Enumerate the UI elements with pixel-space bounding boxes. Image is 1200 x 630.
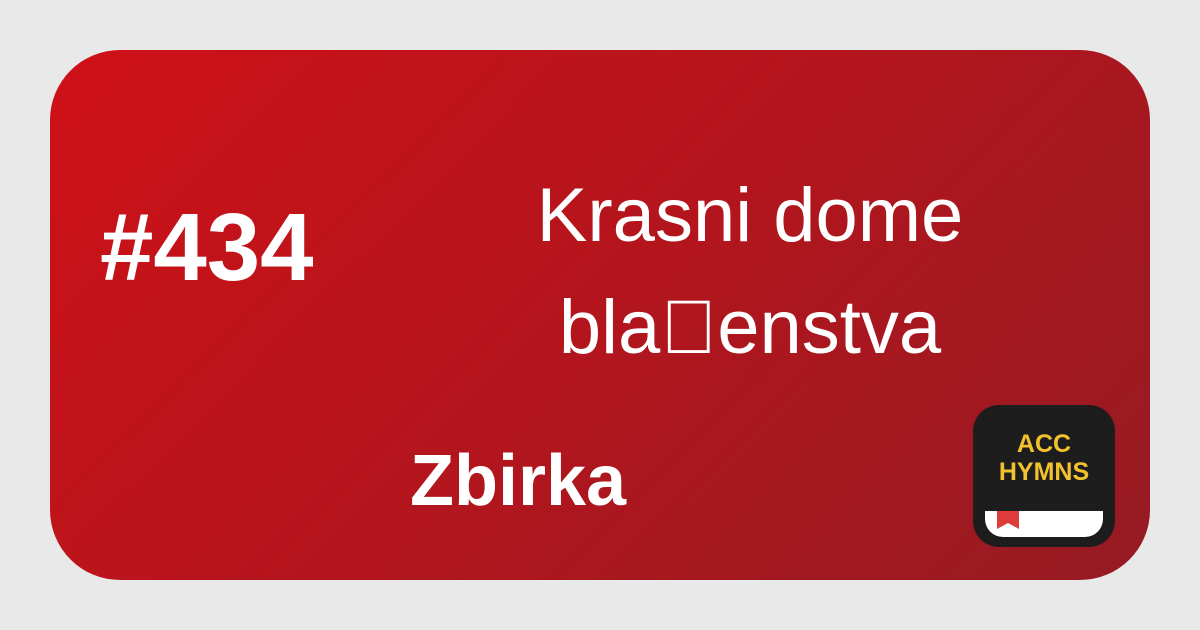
logo-text: ACC HYMNS	[973, 430, 1115, 486]
background-frame: #434 Krasni dome bla enstva Zbirka ACC H…	[0, 0, 1200, 630]
hymn-title-line-1: Krasni dome	[536, 173, 964, 258]
logo-line-acc: ACC	[1016, 430, 1072, 458]
acc-hymns-logo: ACC HYMNS	[973, 405, 1115, 547]
hymn-title: Krasni dome bla enstva	[430, 160, 1070, 384]
hymn-title-line-2: bla enstva	[558, 285, 942, 370]
collection-name: Zbirka	[410, 441, 627, 521]
hymn-number: #434	[100, 194, 314, 301]
logo-line-hymns: HYMNS	[998, 458, 1090, 486]
bookmark-icon	[997, 511, 1019, 529]
hymn-card: #434 Krasni dome bla enstva Zbirka ACC H…	[50, 50, 1150, 580]
